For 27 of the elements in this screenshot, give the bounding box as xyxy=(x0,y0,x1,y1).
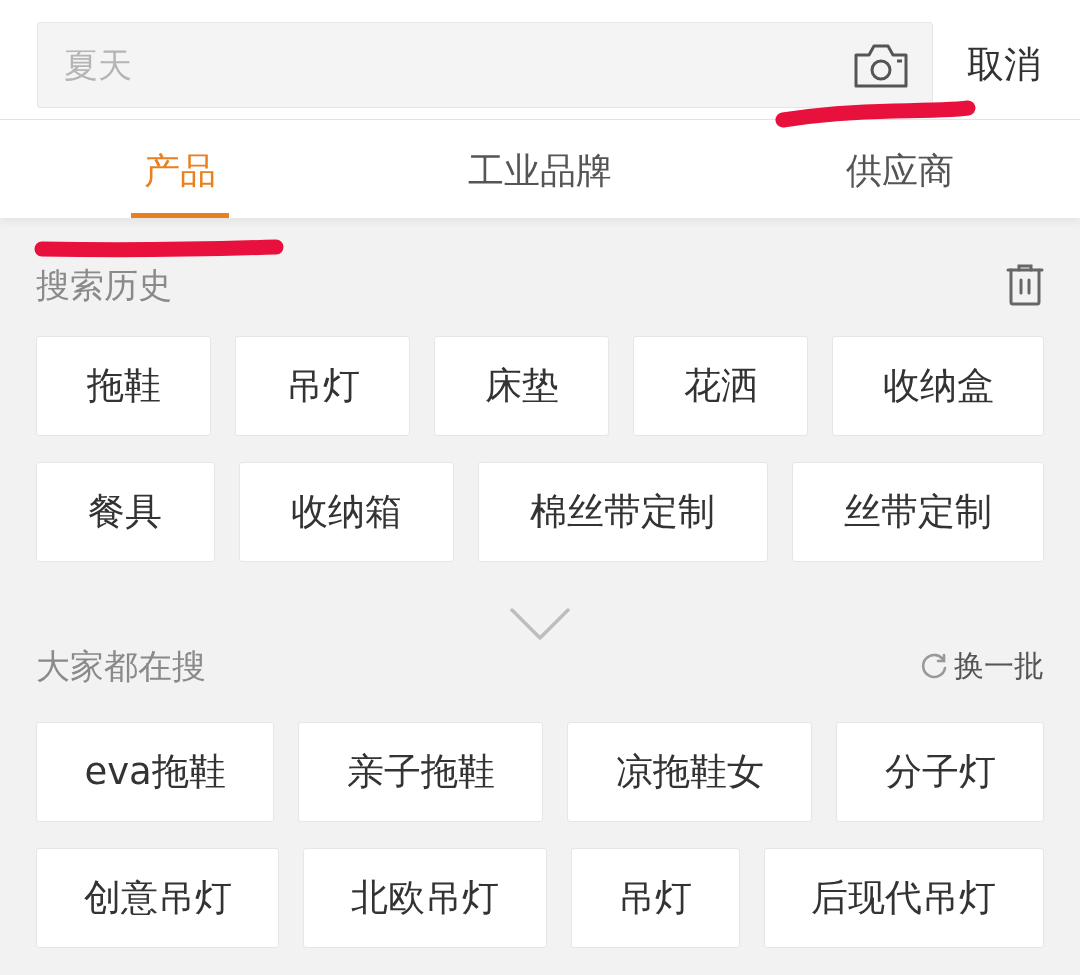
history-chip[interactable]: 花洒 xyxy=(633,336,808,436)
camera-icon[interactable] xyxy=(853,43,909,89)
popular-search-chip[interactable]: 凉拖鞋女 xyxy=(567,721,813,822)
history-chip[interactable]: 餐具 xyxy=(36,462,215,562)
section-title: 大家都在搜 xyxy=(36,646,206,687)
trash-icon[interactable] xyxy=(1006,264,1044,306)
history-chip[interactable]: 丝带定制 xyxy=(791,462,1044,562)
search-field[interactable]: 夏天 xyxy=(37,22,933,108)
history-chip[interactable]: 棉丝带定制 xyxy=(478,462,768,562)
tab[interactable]: 供应商 xyxy=(833,153,967,218)
history-chip[interactable]: 拖鞋 xyxy=(36,336,211,436)
popular-search-chip[interactable]: 分子灯 xyxy=(836,721,1045,822)
popular-search-chip[interactable]: 吊灯 xyxy=(570,847,740,948)
cancel-button[interactable]: 取消 xyxy=(967,42,1041,88)
history-chip[interactable]: 床垫 xyxy=(434,336,609,436)
section-title: 搜索历史 xyxy=(36,264,172,306)
popular-search-chip[interactable]: 亲子拖鞋 xyxy=(298,721,544,822)
history-chip[interactable]: 收纳盒 xyxy=(832,336,1044,436)
refresh-icon xyxy=(920,652,948,681)
tab[interactable]: 工业品牌 xyxy=(455,153,625,218)
popular-search-chip[interactable]: 北欧吊灯 xyxy=(303,847,547,948)
history-chip[interactable]: 收纳箱 xyxy=(238,462,454,562)
history-chip[interactable]: 吊灯 xyxy=(235,336,410,436)
popular-search-chip[interactable]: 后现代吊灯 xyxy=(763,847,1044,948)
popular-search-chip[interactable]: 创意吊灯 xyxy=(36,847,280,948)
popular-search-chip[interactable]: eva拖鞋 xyxy=(36,721,275,822)
refresh-button[interactable]: 换一批 xyxy=(920,648,1044,685)
